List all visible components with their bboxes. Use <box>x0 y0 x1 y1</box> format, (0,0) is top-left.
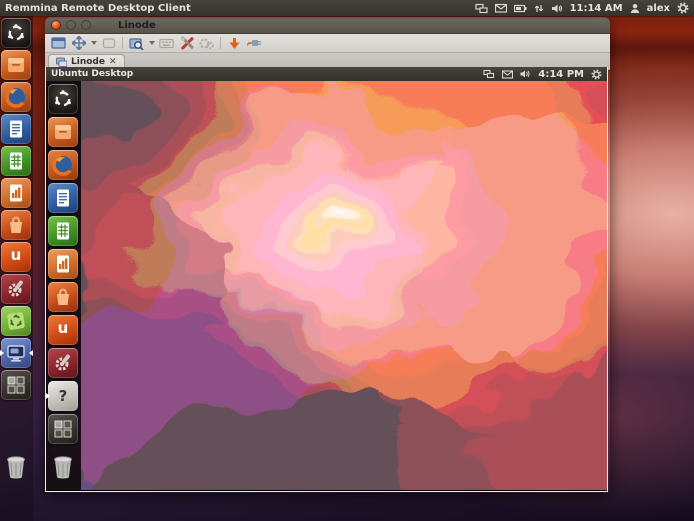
scaled-mode-button[interactable] <box>99 36 118 51</box>
magnify-button[interactable] <box>127 36 146 51</box>
mail-icon[interactable] <box>495 3 507 13</box>
mail-icon[interactable] <box>502 70 513 79</box>
host-indicator-tray: 11:14 AM alex <box>475 2 689 14</box>
minimize-to-tray-button[interactable] <box>225 36 244 51</box>
launcher-item-firefox[interactable] <box>1 82 31 112</box>
window-close-button[interactable] <box>51 20 61 30</box>
volume-icon[interactable] <box>520 69 531 79</box>
remote-launcher-item-help[interactable]: ? <box>48 381 78 411</box>
session-gear-icon[interactable] <box>591 69 602 80</box>
remote-launcher-item-ubuntu-one[interactable]: u <box>48 315 78 345</box>
remote-launcher-item-libreoffice-impress[interactable] <box>48 249 78 279</box>
launcher-item-ubuntu-one[interactable]: u <box>1 242 31 272</box>
launcher-item-libreoffice-calc[interactable] <box>1 146 31 176</box>
launcher-item-files[interactable] <box>1 50 31 80</box>
remote-launcher-item-firefox[interactable] <box>48 150 78 180</box>
remmina-window: Linode <box>45 17 610 493</box>
disconnect-button[interactable] <box>245 36 264 51</box>
launcher-item-dash-home[interactable] <box>1 18 31 48</box>
launcher-item-workspace-switcher[interactable] <box>1 370 31 400</box>
remote-desktop-viewport[interactable]: Ubuntu Desktop 4:14 PM <box>45 67 608 492</box>
launcher-item-remmina[interactable] <box>1 338 31 368</box>
window-title: Linode <box>118 20 156 31</box>
focused-indicator-arrow <box>29 350 33 356</box>
remmina-toolbar <box>45 34 610 53</box>
remote-desktop-title: Ubuntu Desktop <box>51 69 133 79</box>
remote-top-panel: Ubuntu Desktop 4:14 PM <box>46 67 607 81</box>
window-minimize-button[interactable] <box>66 20 76 30</box>
launcher-item-ubuntu-green[interactable] <box>1 306 31 336</box>
user-icon[interactable] <box>630 3 640 14</box>
window-maximize-button[interactable] <box>81 20 91 30</box>
sync-arrows-icon[interactable] <box>534 3 544 14</box>
launcher-item-ubuntu-software-center[interactable] <box>1 210 31 240</box>
host-unity-launcher: u <box>0 16 33 521</box>
remote-launcher-item-system-settings[interactable] <box>48 348 78 378</box>
remote-launcher-item-libreoffice-writer[interactable] <box>48 183 78 213</box>
remote-unity-launcher: u ? <box>46 81 81 490</box>
clock[interactable]: 11:14 AM <box>570 3 623 14</box>
fit-window-button[interactable] <box>69 36 88 51</box>
remote-wallpaper <box>46 81 607 490</box>
active-app-title: Remmina Remote Desktop Client <box>5 3 191 14</box>
network-icon[interactable] <box>475 3 488 14</box>
fullscreen-button[interactable] <box>49 36 68 51</box>
remote-indicator-tray: 4:14 PM <box>483 69 602 80</box>
ubuntu-one-glyph: u <box>58 321 69 336</box>
launcher-item-system-settings[interactable] <box>1 274 31 304</box>
help-glyph: ? <box>59 389 68 404</box>
tools-button[interactable] <box>197 36 216 51</box>
session-gear-icon[interactable] <box>677 2 689 14</box>
host-desktop: Remmina Remote Desktop Client 11:14 AM a… <box>0 0 694 521</box>
remote-launcher-item-trash[interactable] <box>48 452 78 482</box>
tab-label: Linode <box>71 57 105 67</box>
launcher-item-libreoffice-impress[interactable] <box>1 178 31 208</box>
ubuntu-one-glyph: u <box>11 248 22 263</box>
remote-running-indicator-arrow <box>46 393 50 399</box>
tab-connection-icon <box>56 57 67 67</box>
preferences-button[interactable] <box>177 36 196 51</box>
battery-icon[interactable] <box>514 4 527 13</box>
remote-launcher-item-files[interactable] <box>48 117 78 147</box>
remote-launcher-item-ubuntu-software-center[interactable] <box>48 282 78 312</box>
fit-window-menu-caret[interactable] <box>89 36 98 51</box>
tab-close-icon[interactable]: ✕ <box>109 57 117 67</box>
window-titlebar[interactable]: Linode <box>45 17 610 34</box>
remote-launcher-item-libreoffice-calc[interactable] <box>48 216 78 246</box>
username[interactable]: alex <box>647 3 670 14</box>
host-top-panel: Remmina Remote Desktop Client 11:14 AM a… <box>0 0 694 16</box>
remote-launcher-item-workspace-switcher[interactable] <box>48 414 78 444</box>
launcher-item-trash[interactable] <box>1 452 31 482</box>
magnify-menu-caret[interactable] <box>147 36 156 51</box>
remote-clock[interactable]: 4:14 PM <box>538 69 584 80</box>
launcher-item-libreoffice-writer[interactable] <box>1 114 31 144</box>
running-indicator-arrow <box>0 350 4 356</box>
remote-launcher-item-dash-home[interactable] <box>48 84 78 114</box>
volume-icon[interactable] <box>551 3 563 14</box>
network-icon[interactable] <box>483 69 495 79</box>
keyboard-grab-button[interactable] <box>157 36 176 51</box>
